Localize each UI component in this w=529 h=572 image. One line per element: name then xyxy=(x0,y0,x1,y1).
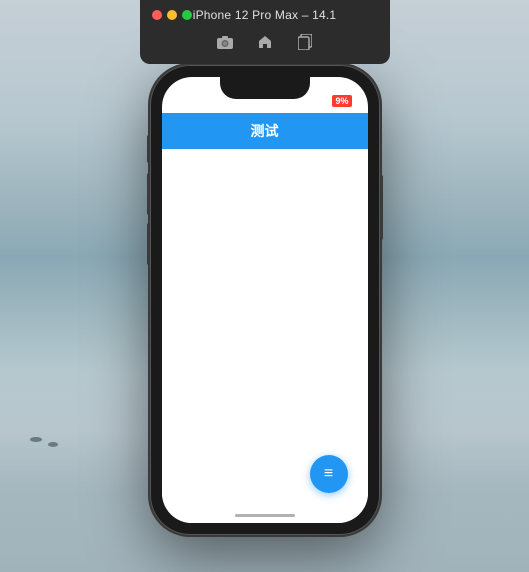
home-button[interactable] xyxy=(251,28,279,56)
toolbar-actions xyxy=(211,28,319,56)
iphone-screen: 10:45 9% 测试 xyxy=(162,77,368,523)
mute-button[interactable] xyxy=(147,135,150,163)
fab-button[interactable]: ≡ xyxy=(310,455,348,493)
battery-icon: 9% xyxy=(332,95,351,107)
simulator-toolbar: iPhone 12 Pro Max – 14.1 xyxy=(140,0,390,64)
duck-2 xyxy=(48,442,58,447)
toolbar-title: iPhone 12 Pro Max – 14.1 xyxy=(193,8,337,22)
minimize-button[interactable] xyxy=(167,10,177,20)
nav-title: 测试 xyxy=(251,121,279,141)
status-icons: 9% xyxy=(316,94,351,107)
duck-1 xyxy=(30,437,42,442)
iphone-frame: 10:45 9% 测试 xyxy=(150,65,380,535)
screenshot-button[interactable] xyxy=(211,28,239,56)
navigation-bar: 测试 xyxy=(162,113,368,149)
home-indicator[interactable] xyxy=(235,514,295,517)
fab-icon: ≡ xyxy=(324,465,333,483)
notch xyxy=(220,77,310,99)
volume-down-button[interactable] xyxy=(147,223,150,265)
content-area[interactable]: ≡ xyxy=(162,149,368,523)
power-button[interactable] xyxy=(380,175,383,240)
copy-button[interactable] xyxy=(291,28,319,56)
status-time: 10:45 xyxy=(178,95,206,107)
wifi-icon xyxy=(316,94,328,107)
iphone-simulator: 10:45 9% 测试 xyxy=(150,65,380,535)
close-button[interactable] xyxy=(152,10,162,20)
volume-up-button[interactable] xyxy=(147,173,150,215)
traffic-lights xyxy=(152,10,192,20)
maximize-button[interactable] xyxy=(182,10,192,20)
